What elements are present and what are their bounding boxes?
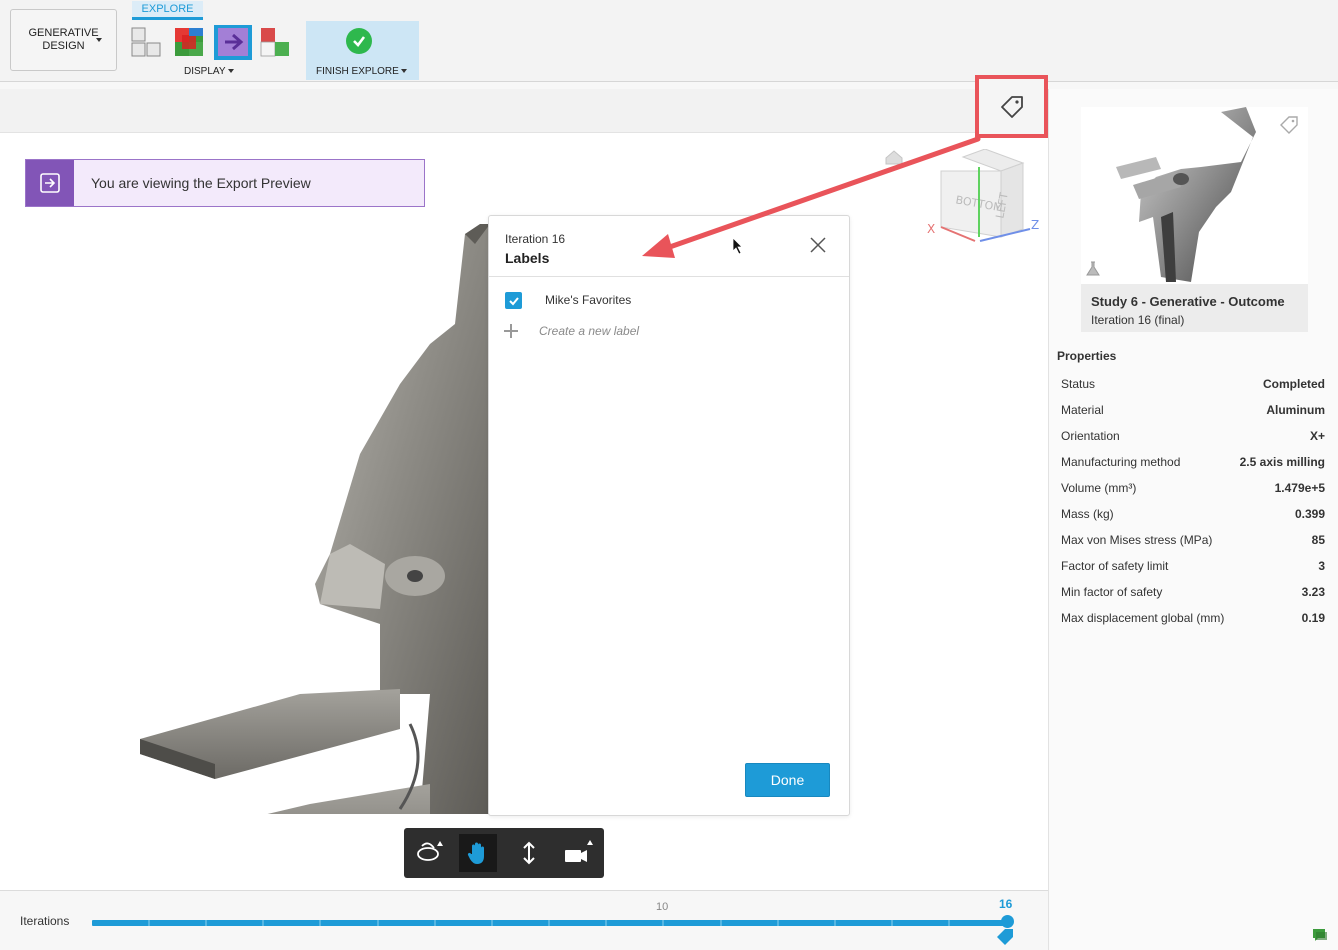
cursor-icon [732,237,743,255]
home-icon[interactable] [884,149,904,165]
property-value: 1.479e+5 [1274,481,1325,495]
properties-title: Properties [1057,349,1117,363]
property-row: Max displacement global (mm) 0.19 [1061,611,1325,637]
iteration-current-value: 16 [999,897,1013,911]
checkmark-icon [508,296,519,305]
property-name: Manufacturing method [1061,455,1181,469]
property-row: Volume (mm³) 1.479e+5 [1061,481,1325,507]
property-row: Status Completed [1061,377,1325,403]
property-name: Volume (mm³) [1061,481,1137,495]
chevron-down-icon [400,69,407,74]
labels-dialog: Iteration 16 Labels Mike's Favorites Don… [488,215,850,816]
pan-button[interactable] [459,834,497,872]
property-name: Material [1061,403,1104,417]
label-item-name[interactable]: Mike's Favorites [545,293,631,307]
property-name: Min factor of safety [1061,585,1163,599]
property-row: Material Aluminum [1061,403,1325,429]
property-row: Manufacturing method 2.5 axis milling [1061,455,1325,481]
close-icon[interactable] [807,234,829,256]
tag-icon [1000,95,1023,118]
property-value: 0.19 [1301,611,1325,625]
done-button[interactable]: Done [745,763,830,797]
property-value: 0.399 [1294,507,1325,521]
property-name: Mass (kg) [1061,507,1114,521]
finish-explore-button[interactable]: FINISH EXPLORE [306,21,419,80]
camera-button[interactable] [560,834,598,872]
property-name: Orientation [1061,429,1120,443]
orbit-button[interactable] [410,834,448,872]
finish-explore-text: FINISH EXPLORE [316,66,399,77]
toolbar: GENERATIVE DESIGN EXPLORE DISPLAY FINISH… [0,0,1338,82]
model-3d-view[interactable] [130,224,510,814]
export-preview-banner: You are viewing the Export Preview [25,159,425,207]
label-checkbox-mikes-favorites[interactable] [505,292,522,309]
export-preview-text: You are viewing the Export Preview [91,175,311,191]
iterations-slider-handle[interactable] [1001,915,1014,928]
display-label: DISPLAY [184,66,226,77]
hand-icon [467,842,484,864]
axis-z-label: Z [1031,218,1039,232]
compare-icon[interactable] [260,27,290,57]
property-value: Completed [1262,377,1325,391]
workspace-label: GENERATIVE DESIGN [28,27,99,52]
property-name: Max displacement global (mm) [1061,611,1225,625]
axis-x-label: X [927,222,935,236]
zoom-vertical-icon [523,841,535,865]
plus-icon[interactable] [502,322,520,340]
property-value: 2.5 axis milling [1239,455,1325,469]
iterations-label: Iterations [20,914,70,928]
property-name: Status [1061,377,1096,391]
outcome-card[interactable]: Study 6 - Generative - Outcome Iteration… [1081,107,1308,332]
display-grid-icon[interactable] [131,27,161,57]
workspace-switcher-button[interactable]: GENERATIVE DESIGN [10,9,117,71]
export-preview-icon[interactable] [214,25,252,60]
outcome-card-subtitle: Iteration 16 (final) [1091,313,1185,327]
display-heatmap-icon[interactable] [174,27,204,57]
property-name: Max von Mises stress (MPa) [1061,533,1213,547]
property-value: Aluminum [1266,403,1325,417]
dialog-title: Labels [505,250,550,266]
chevron-down-icon [227,69,234,74]
camera-icon [565,840,593,862]
tab-explore[interactable]: EXPLORE [132,1,203,20]
property-row: Factor of safety limit 3 [1061,559,1325,585]
export-icon [26,160,74,206]
viewcube[interactable]: BOTTOM LEFT X Z [925,149,1045,249]
tag-icon[interactable] [1279,115,1299,135]
iteration-ticks [148,920,950,926]
property-row: Min factor of safety 3.23 [1061,585,1325,611]
property-name: Factor of safety limit [1061,559,1169,573]
property-row: Mass (kg) 0.399 [1061,507,1325,533]
display-menu[interactable]: DISPLAY [184,66,234,77]
property-value: 85 [1311,533,1325,547]
property-value: 3 [1318,559,1325,573]
outcome-thumbnail [1081,107,1308,284]
zoom-button[interactable] [510,834,548,872]
property-value: 3.23 [1301,585,1325,599]
dialog-divider [489,276,849,277]
properties-panel: Study 6 - Generative - Outcome Iteration… [1048,89,1338,950]
viewport-header [0,89,1048,133]
labels-button[interactable] [975,75,1048,138]
property-row: Max von Mises stress (MPa) 85 [1061,533,1325,559]
new-label-input[interactable] [539,322,819,340]
finish-explore-label: FINISH EXPLORE [316,66,407,77]
dialog-subtitle: Iteration 16 [505,232,566,246]
iterations-bar: Iterations 10 16 [0,890,1048,950]
tag-icon [997,929,1013,945]
outcome-card-title: Study 6 - Generative - Outcome [1091,294,1285,309]
orbit-icon [417,841,443,861]
iteration-tick-label: 10 [656,901,669,913]
iterations-slider-track[interactable] [92,920,1008,926]
property-value: X+ [1309,429,1325,443]
checkmark-icon [346,28,372,54]
chevron-down-icon [96,38,102,42]
chat-icon[interactable] [1312,927,1328,943]
flask-icon [1086,261,1100,276]
navigation-toolbar [404,828,604,878]
property-row: Orientation X+ [1061,429,1325,455]
